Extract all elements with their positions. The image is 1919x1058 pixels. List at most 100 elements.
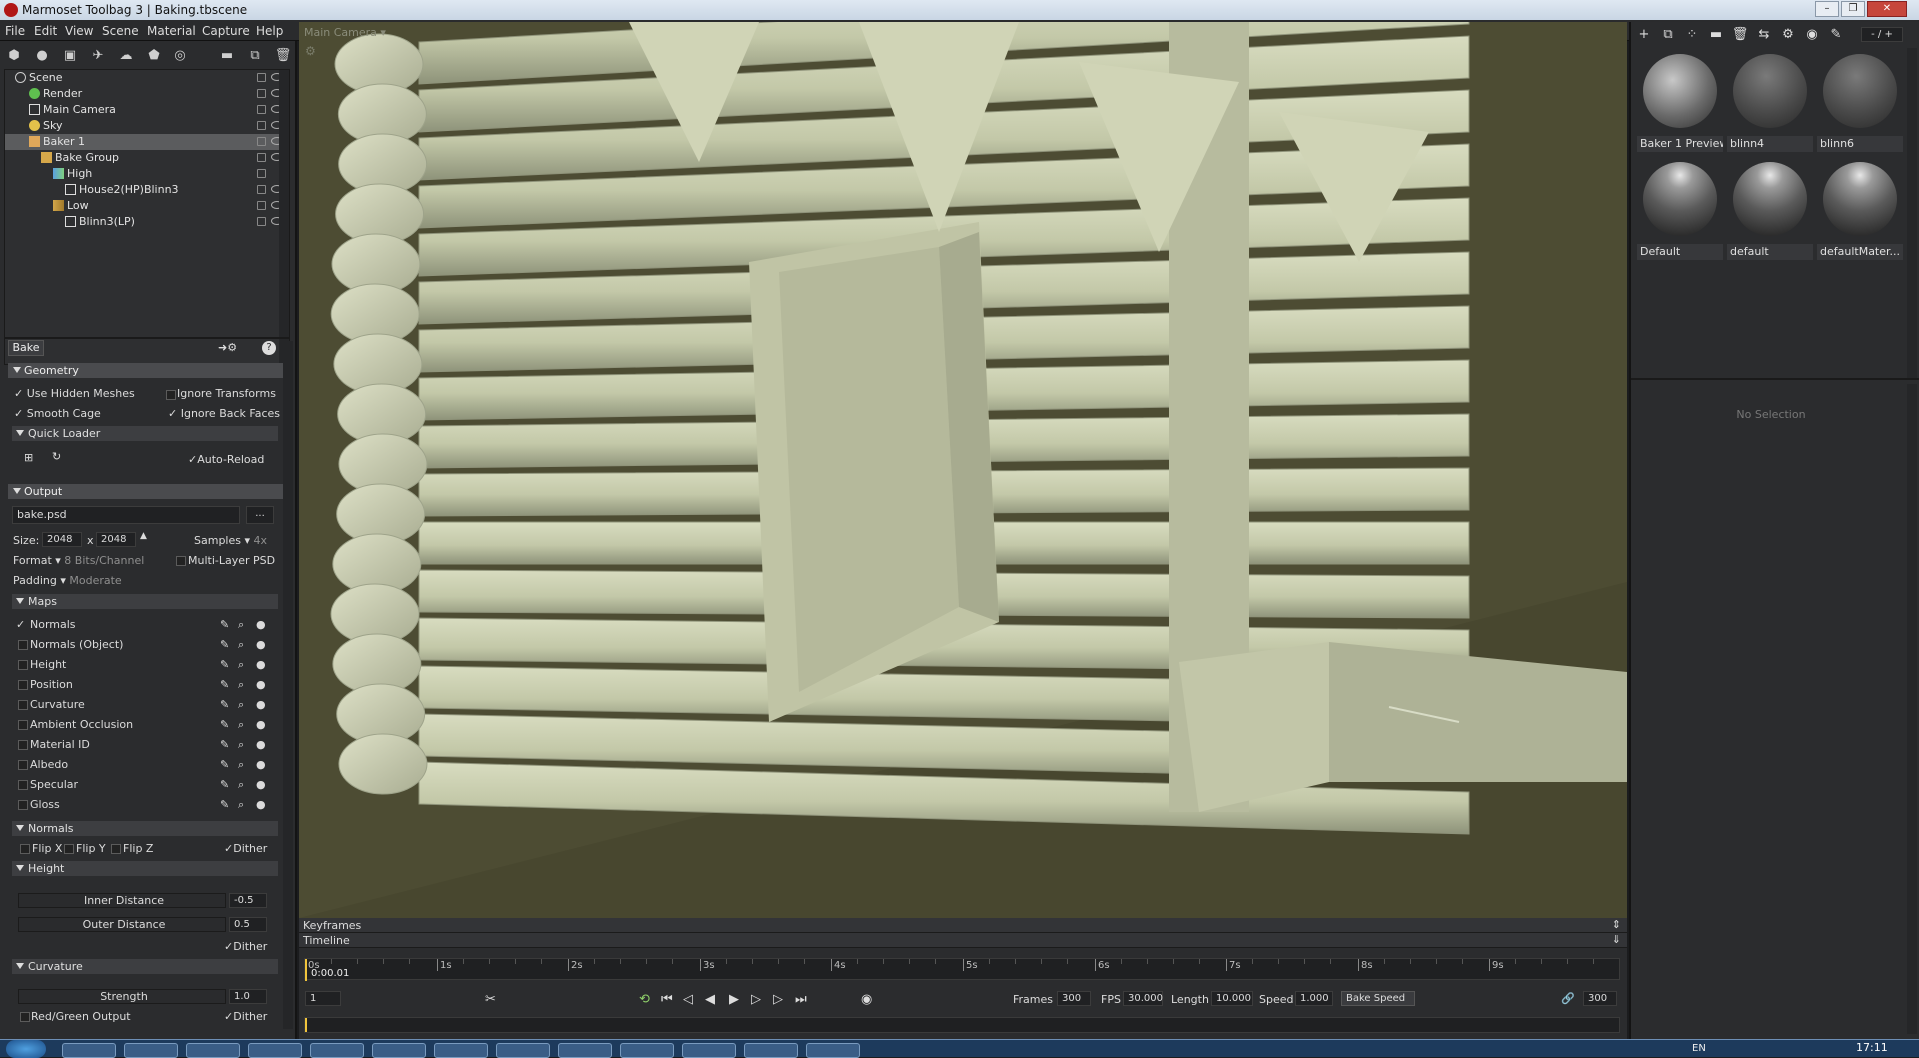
add-mesh-icon[interactable]: ⬢ xyxy=(5,47,23,65)
scissors-icon[interactable]: ✂ xyxy=(485,992,496,1007)
map-check-enabled-icon[interactable]: ✓ xyxy=(16,618,25,631)
add-turntable-icon[interactable]: ◎ xyxy=(171,47,189,65)
skip-start-icon[interactable]: ⏮ xyxy=(661,992,673,1007)
map-checkbox[interactable] xyxy=(18,720,28,730)
material-icon[interactable]: ● xyxy=(256,758,266,771)
taskbar-app-7[interactable] xyxy=(434,1043,488,1058)
material-grid-icon[interactable]: ⁘ xyxy=(1683,26,1701,44)
tree-item-scene[interactable]: Scene xyxy=(5,70,289,86)
size-stepper-icon[interactable]: ▲ xyxy=(140,531,147,541)
check-use-hidden-meshes[interactable]: ✓ Use Hidden Meshes xyxy=(14,387,135,400)
duplicate-icon[interactable]: ⧉ xyxy=(246,47,264,65)
map-checkbox[interactable] xyxy=(18,700,28,710)
properties-scrollbar[interactable] xyxy=(1907,384,1917,1034)
tree-item-high[interactable]: High xyxy=(5,166,289,182)
time-ruler[interactable]: 0s 1s 2s 3s 4s 5s 6s 7s 8s 9s 0:00.01 xyxy=(304,958,1620,981)
pencil-icon[interactable]: ✎ xyxy=(220,778,229,791)
pencil-icon[interactable]: ✎ xyxy=(220,718,229,731)
taskbar-marmoset[interactable] xyxy=(806,1043,860,1058)
material-swatch[interactable]: default xyxy=(1727,158,1813,262)
checkbox-flip-x[interactable] xyxy=(20,844,30,854)
folder-icon[interactable]: ▬ xyxy=(1707,26,1725,44)
inner-distance-slider[interactable]: Inner Distance xyxy=(18,893,226,908)
taskbar-app-10[interactable] xyxy=(620,1043,674,1058)
reset-icon[interactable]: ◉ xyxy=(1803,26,1821,44)
playhead[interactable] xyxy=(305,959,307,981)
map-checkbox[interactable] xyxy=(18,800,28,810)
keyframe-track[interactable] xyxy=(304,1017,1620,1033)
lock-icon[interactable] xyxy=(257,105,266,114)
search-icon[interactable]: ⌕ xyxy=(238,678,244,692)
help-icon[interactable]: ? xyxy=(262,341,276,355)
skip-end-icon[interactable]: ⏭ xyxy=(795,992,807,1007)
search-icon[interactable]: ⌕ xyxy=(238,618,244,632)
taskbar-skype[interactable] xyxy=(496,1043,550,1058)
menu-capture[interactable]: Capture xyxy=(202,24,250,38)
next-key-icon[interactable]: ▷ xyxy=(773,992,783,1007)
lock-icon[interactable] xyxy=(257,169,266,178)
map-checkbox[interactable] xyxy=(18,680,28,690)
material-icon[interactable]: ● xyxy=(256,698,266,711)
search-icon[interactable]: ⌕ xyxy=(238,798,244,812)
lock-icon[interactable] xyxy=(257,201,266,210)
loop-icon[interactable]: ⟲ xyxy=(639,992,650,1007)
map-row[interactable]: Material ID ✎ ⌕ ● xyxy=(14,737,280,753)
map-checkbox[interactable] xyxy=(18,760,28,770)
step-forward-icon[interactable]: ▷ xyxy=(751,992,761,1007)
pencil-icon[interactable]: ✎ xyxy=(220,738,229,751)
material-icon[interactable]: ● xyxy=(256,798,266,811)
bake-speed-button[interactable]: Bake Speed xyxy=(1341,991,1415,1006)
taskbar-chrome[interactable] xyxy=(248,1043,302,1058)
map-checkbox[interactable] xyxy=(18,660,28,670)
outer-distance-input[interactable]: 0.5 xyxy=(229,917,267,932)
add-fog-icon[interactable]: ☁ xyxy=(117,47,135,65)
end-frame-input[interactable]: 300 xyxy=(1583,991,1617,1006)
checkbox-multi-layer-psd[interactable] xyxy=(176,556,186,566)
taskbar-telegram[interactable] xyxy=(558,1043,612,1058)
tab-bake[interactable]: Bake xyxy=(8,340,44,356)
pencil-icon[interactable]: ✎ xyxy=(220,798,229,811)
add-material-icon[interactable]: + xyxy=(1635,26,1653,44)
keyframes-header[interactable]: Keyframes ⇕ xyxy=(299,918,1627,933)
search-icon[interactable]: ⌕ xyxy=(238,738,244,752)
output-file-input[interactable]: bake.psd xyxy=(12,506,240,524)
check-curvature-dither[interactable]: ✓Dither xyxy=(224,1010,267,1023)
lock-icon[interactable] xyxy=(257,89,266,98)
step-back-icon[interactable]: ◀ xyxy=(705,992,715,1007)
taskbar-explorer[interactable] xyxy=(62,1043,116,1058)
tree-item-render[interactable]: Render xyxy=(5,86,289,102)
section-output[interactable]: Output xyxy=(8,484,286,499)
check-smooth-cage[interactable]: ✓ Smooth Cage xyxy=(14,407,101,420)
map-row[interactable]: Ambient Occlusion ✎ ⌕ ● xyxy=(14,717,280,733)
material-icon[interactable]: ● xyxy=(256,618,266,631)
map-checkbox[interactable] xyxy=(18,740,28,750)
lock-icon[interactable] xyxy=(257,217,266,226)
prev-key-icon[interactable]: ◁ xyxy=(683,992,693,1007)
map-row[interactable]: Albedo ✎ ⌕ ● xyxy=(14,757,280,773)
taskbar-steam[interactable] xyxy=(744,1043,798,1058)
material-swatch[interactable]: Default xyxy=(1637,158,1723,262)
outer-distance-slider[interactable]: Outer Distance xyxy=(18,917,226,932)
tree-item-sky[interactable]: Sky xyxy=(5,118,289,134)
fps-input[interactable]: 30.000 xyxy=(1123,991,1163,1006)
delete-icon[interactable]: 🗑 xyxy=(274,47,292,65)
map-row[interactable]: ✓ Normals ✎ ⌕ ● xyxy=(14,617,280,633)
taskbar-app-2[interactable] xyxy=(124,1043,178,1058)
reload-icon[interactable]: ↻ xyxy=(52,450,61,463)
size-width-input[interactable]: 2048 xyxy=(42,532,82,547)
map-row[interactable]: Curvature ✎ ⌕ ● xyxy=(14,697,280,713)
material-icon[interactable]: ● xyxy=(256,638,266,651)
tree-item-house2-hp[interactable]: House2(HP)Blinn3 xyxy=(5,182,289,198)
section-geometry[interactable]: Geometry xyxy=(8,363,286,378)
search-icon[interactable]: ⌕ xyxy=(238,718,244,732)
taskbar-app-6[interactable] xyxy=(372,1043,426,1058)
pencil-icon[interactable]: ✎ xyxy=(220,618,229,631)
lock-icon[interactable] xyxy=(257,185,266,194)
check-height-dither[interactable]: ✓Dither xyxy=(224,940,267,953)
browse-button[interactable]: ... xyxy=(246,506,274,524)
link-icon[interactable]: 🔗 xyxy=(1561,992,1575,1005)
material-icon[interactable]: ● xyxy=(256,778,266,791)
tree-item-bake-group[interactable]: Bake Group xyxy=(5,150,289,166)
tree-item-low[interactable]: Low xyxy=(5,198,289,214)
check-auto-reload[interactable]: ✓Auto-Reload xyxy=(188,453,264,466)
